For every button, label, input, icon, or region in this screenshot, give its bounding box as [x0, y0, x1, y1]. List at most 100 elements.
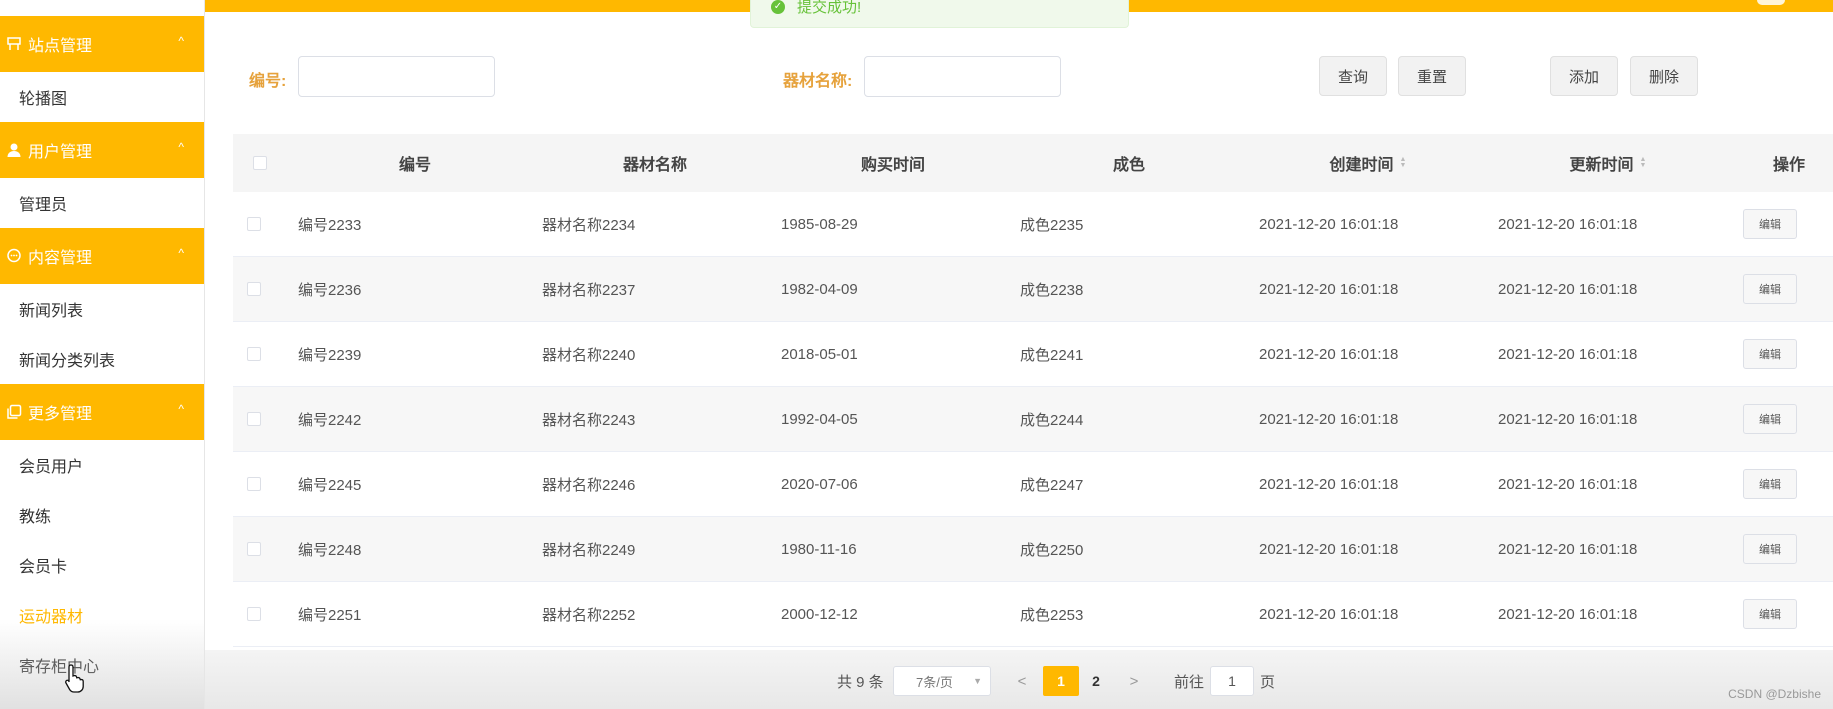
chevron-down-icon: ▼ — [973, 676, 982, 686]
edit-button[interactable]: 编辑 — [1743, 274, 1797, 304]
edit-button[interactable]: 编辑 — [1743, 404, 1797, 434]
prev-page-button[interactable]: < — [1007, 666, 1037, 696]
select-all-checkbox[interactable] — [253, 156, 267, 170]
cell-code: 编号2245 — [298, 476, 362, 494]
sidebar-item-sports-equipment[interactable]: 运动器材 — [0, 590, 204, 640]
table-row: 编号2248 器材名称2249 1980-11-16 成色2250 2021-1… — [233, 517, 1833, 582]
row-checkbox[interactable] — [247, 542, 261, 556]
chevron-up-icon: ^ — [178, 34, 184, 48]
sidebar-group-content[interactable]: 内容管理 ^ — [0, 228, 204, 284]
page-1-button[interactable]: 1 — [1043, 666, 1079, 696]
cell-code: 编号2248 — [298, 541, 362, 559]
row-checkbox[interactable] — [247, 217, 261, 231]
cell-purchase-time: 1980-11-16 — [781, 540, 857, 558]
sidebar-item-label: 会员卡 — [19, 559, 68, 576]
sidebar-item-coaches[interactable]: 教练 — [0, 490, 204, 540]
cell-updated-time: 2021-12-20 16:01:18 — [1498, 475, 1638, 493]
equipment-name-label: 器材名称: — [783, 73, 853, 90]
sort-caret-icon[interactable]: ▲ ▼ — [1640, 156, 1647, 169]
edit-button[interactable]: 编辑 — [1743, 534, 1797, 564]
sidebar-item-news-list[interactable]: 新闻列表 — [0, 284, 204, 334]
delete-button[interactable]: 删除 — [1630, 56, 1698, 96]
table-row: 编号2251 器材名称2252 2000-12-12 成色2253 2021-1… — [233, 582, 1833, 647]
chevron-up-icon: ^ — [178, 402, 184, 416]
sidebar-item-news-category[interactable]: 新闻分类列表 — [0, 334, 204, 384]
column-header-created-time[interactable]: 创建时间 ▲ ▼ — [1293, 134, 1443, 192]
cell-created-time: 2021-12-20 16:01:18 — [1259, 280, 1399, 298]
cell-equipment-name: 器材名称2237 — [542, 281, 636, 299]
cell-condition: 成色2247 — [1020, 476, 1084, 494]
sidebar-group-label: 站点管理 — [28, 38, 93, 55]
cell-condition: 成色2238 — [1020, 281, 1084, 299]
add-button[interactable]: 添加 — [1550, 56, 1618, 96]
cell-equipment-name: 器材名称2243 — [542, 411, 636, 429]
goto-page-input[interactable]: 1 — [1210, 666, 1254, 696]
goto-label: 前往 — [1174, 673, 1205, 691]
equipment-name-search-input[interactable] — [864, 56, 1061, 97]
sidebar: 站点管理 ^ 轮播图 用户管理 ^ 管理员 内容管理 ^ 新闻列表 新闻分类列表… — [0, 0, 205, 709]
sidebar-item-label: 新闻分类列表 — [19, 353, 116, 370]
page-size-select[interactable]: 7条/页 ▼ — [893, 666, 991, 696]
cell-purchase-time: 2020-07-06 — [781, 475, 858, 493]
query-button[interactable]: 查询 — [1319, 56, 1387, 96]
column-header-equipment-name: 器材名称 — [622, 157, 687, 174]
chevron-up-icon: ^ — [178, 246, 184, 260]
cell-condition: 成色2253 — [1020, 606, 1084, 624]
column-header-actions: 操作 — [1773, 157, 1806, 174]
cell-equipment-name: 器材名称2240 — [542, 346, 636, 364]
row-checkbox[interactable] — [247, 412, 261, 426]
sidebar-item-members[interactable]: 会员用户 — [0, 440, 204, 490]
watermark: CSDN @Dzbishe — [1728, 687, 1821, 701]
cell-purchase-time: 1985-08-29 — [781, 215, 858, 233]
sidebar-group-more[interactable]: 更多管理 ^ — [0, 384, 204, 440]
edit-button[interactable]: 编辑 — [1743, 209, 1797, 239]
sidebar-group-label: 用户管理 — [28, 144, 93, 161]
cell-condition: 成色2235 — [1020, 216, 1084, 234]
next-page-button[interactable]: > — [1119, 666, 1149, 696]
sidebar-item-carousel[interactable]: 轮播图 — [0, 72, 204, 122]
chat-bubble-icon — [6, 248, 22, 264]
sidebar-group-site[interactable]: 站点管理 ^ — [0, 16, 204, 72]
row-checkbox[interactable] — [247, 607, 261, 621]
cell-equipment-name: 器材名称2249 — [542, 541, 636, 559]
sidebar-item-label: 寄存柜中心 — [19, 659, 100, 676]
cell-code: 编号2242 — [298, 411, 362, 429]
sidebar-group-users[interactable]: 用户管理 ^ — [0, 122, 204, 178]
sidebar-item-locker-center[interactable]: 寄存柜中心 — [0, 640, 204, 690]
sidebar-item-member-card[interactable]: 会员卡 — [0, 540, 204, 590]
sidebar-group-label: 内容管理 — [28, 250, 93, 267]
page-2-button[interactable]: 2 — [1078, 666, 1114, 696]
cell-purchase-time: 2000-12-12 — [781, 605, 858, 623]
cell-purchase-time: 2018-05-01 — [781, 345, 858, 363]
cell-equipment-name: 器材名称2246 — [542, 476, 636, 494]
cell-created-time: 2021-12-20 16:01:18 — [1259, 215, 1399, 233]
sidebar-item-label: 轮播图 — [19, 91, 68, 108]
cell-code: 编号2233 — [298, 216, 362, 234]
cell-condition: 成色2244 — [1020, 411, 1084, 429]
sort-caret-icon[interactable]: ▲ ▼ — [1400, 156, 1407, 169]
reset-button[interactable]: 重置 — [1398, 56, 1466, 96]
sidebar-item-admin[interactable]: 管理员 — [0, 178, 204, 228]
cell-updated-time: 2021-12-20 16:01:18 — [1498, 215, 1638, 233]
code-search-input[interactable] — [298, 56, 495, 97]
row-checkbox[interactable] — [247, 347, 261, 361]
header-avatar-button[interactable] — [1757, 0, 1785, 5]
edit-button[interactable]: 编辑 — [1743, 339, 1797, 369]
edit-button[interactable]: 编辑 — [1743, 469, 1797, 499]
success-toast: ✓ 提交成功! — [750, 0, 1129, 28]
cell-created-time: 2021-12-20 16:01:18 — [1259, 410, 1399, 428]
hand-cursor-icon — [65, 664, 84, 693]
table-header: 编号 器材名称 购买时间 成色 创建时间 ▲ ▼ 更新时间 ▲ ▼ 操作 — [233, 134, 1833, 192]
cell-equipment-name: 器材名称2234 — [542, 216, 636, 234]
row-checkbox[interactable] — [247, 477, 261, 491]
column-header-updated-time[interactable]: 更新时间 ▲ ▼ — [1533, 134, 1683, 192]
column-header-condition: 成色 — [1112, 157, 1145, 174]
cell-code: 编号2239 — [298, 346, 362, 364]
sidebar-item-label: 教练 — [19, 509, 52, 526]
cell-equipment-name: 器材名称2252 — [542, 606, 636, 624]
cell-purchase-time: 1992-04-05 — [781, 410, 858, 428]
edit-button[interactable]: 编辑 — [1743, 599, 1797, 629]
total-count: 共 9 条 — [837, 673, 884, 691]
column-header-code: 编号 — [398, 157, 431, 174]
row-checkbox[interactable] — [247, 282, 261, 296]
